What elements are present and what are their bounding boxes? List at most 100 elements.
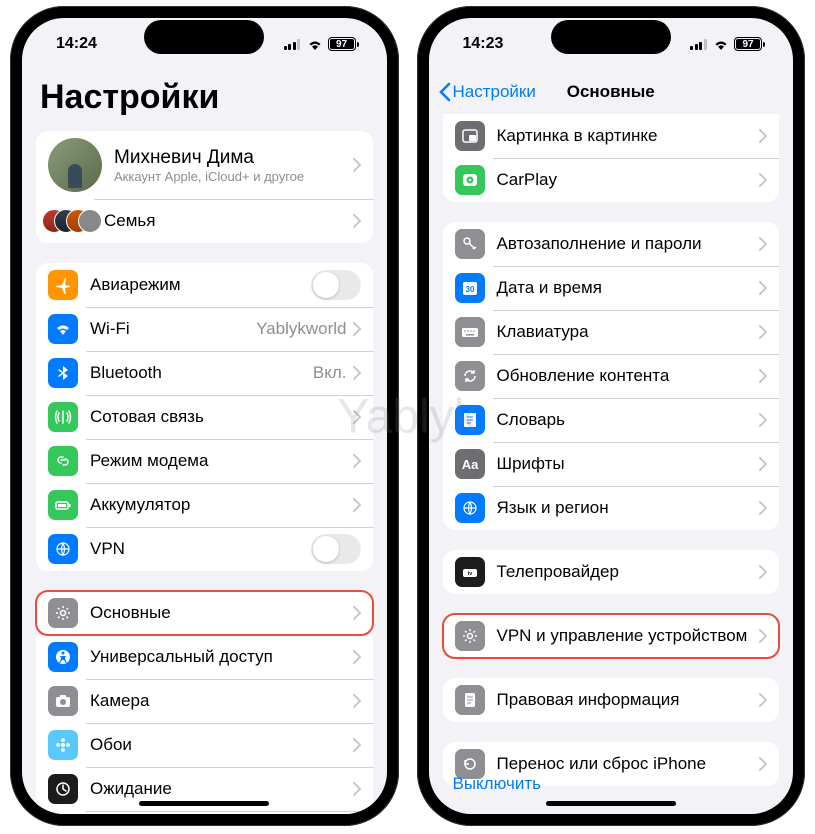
chevron-right-icon — [353, 738, 361, 752]
chevron-left-icon — [439, 82, 451, 102]
wallpaper-row[interactable]: Обои — [36, 723, 373, 767]
general-content[interactable]: Картинка в картинке CarPlay Автозаполнени… — [429, 114, 794, 814]
general-row[interactable]: Основные — [36, 591, 373, 635]
antenna-icon — [48, 402, 78, 432]
apple-account-row[interactable]: Михневич Дима Аккаунт Apple, iCloud+ и д… — [36, 131, 373, 199]
phone-left: 14:24 97 Настройки Михневич Дима Аккаунт… — [10, 6, 399, 826]
calendar-icon: 30 — [455, 273, 485, 303]
screen-settings: 14:24 97 Настройки Михневич Дима Аккаунт… — [22, 18, 387, 814]
book-icon — [455, 405, 485, 435]
shutdown-button[interactable]: Выключить — [453, 774, 541, 794]
chevron-right-icon — [353, 322, 361, 336]
chevron-right-icon — [353, 454, 361, 468]
refresh-icon — [455, 361, 485, 391]
home-indicator[interactable] — [139, 801, 269, 806]
pip-label: Картинка в картинке — [497, 126, 760, 146]
status-icons: 97 — [284, 37, 359, 51]
reset-label: Перенос или сброс iPhone — [497, 754, 760, 774]
battery-icon: 97 — [734, 37, 765, 51]
cellular-signal-icon — [690, 38, 708, 50]
datetime-row[interactable]: 30 Дата и время — [443, 266, 780, 310]
vpn-toggle[interactable] — [311, 534, 361, 564]
chevron-right-icon — [759, 237, 767, 251]
airplane-row[interactable]: Авиарежим — [36, 263, 373, 307]
language-row[interactable]: Язык и регион — [443, 486, 780, 530]
chevron-right-icon — [353, 498, 361, 512]
legal-group: Правовая информация — [443, 678, 780, 722]
dictionary-label: Словарь — [497, 410, 760, 430]
wifi-icon — [48, 314, 78, 344]
pip-group: Картинка в картинке CarPlay — [443, 114, 780, 202]
clock-icon — [48, 774, 78, 804]
general-row-highlight[interactable]: Основные — [36, 591, 373, 635]
airplane-label: Авиарежим — [90, 275, 311, 295]
autofill-row[interactable]: Автозаполнение и пароли — [443, 222, 780, 266]
battery-icon — [48, 490, 78, 520]
camera-icon — [48, 686, 78, 716]
search-row[interactable]: Поиск — [36, 811, 373, 814]
dictionary-row[interactable]: Словарь — [443, 398, 780, 442]
cellular-row[interactable]: Сотовая связь — [36, 395, 373, 439]
fonts-row[interactable]: AaШрифты — [443, 442, 780, 486]
home-indicator[interactable] — [546, 801, 676, 806]
legal-row[interactable]: Правовая информация — [443, 678, 780, 722]
screen-general: 14:23 97 Настройки Основные Картинка в к… — [429, 18, 794, 814]
airplane-toggle[interactable] — [311, 270, 361, 300]
datetime-label: Дата и время — [497, 278, 760, 298]
tvprovider-label: Телепровайдер — [497, 562, 760, 582]
vpn-row[interactable]: VPN — [36, 527, 373, 571]
chevron-right-icon — [353, 158, 361, 172]
accessibility-row[interactable]: Универсальный доступ — [36, 635, 373, 679]
general-label: Основные — [90, 603, 353, 623]
avatar — [48, 138, 102, 192]
carplay-row[interactable]: CarPlay — [443, 158, 780, 202]
chevron-right-icon — [759, 457, 767, 471]
keyboard-row[interactable]: Клавиатура — [443, 310, 780, 354]
hotspot-label: Режим модема — [90, 451, 353, 471]
carplay-label: CarPlay — [497, 170, 760, 190]
access-icon — [48, 642, 78, 672]
pip-icon — [455, 121, 485, 151]
wifi-row[interactable]: Wi-FiYablykworld — [36, 307, 373, 351]
device-group: Универсальный доступ Камера Обои Ожидание По… — [36, 635, 373, 814]
link-icon — [48, 446, 78, 476]
wifi-icon — [713, 38, 729, 50]
bluetooth-icon — [48, 358, 78, 388]
bluetooth-row[interactable]: BluetoothВкл. — [36, 351, 373, 395]
camera-row[interactable]: Камера — [36, 679, 373, 723]
system-group: Автозаполнение и пароли 30 Дата и время Кла… — [443, 222, 780, 530]
battery-row[interactable]: Аккумулятор — [36, 483, 373, 527]
dynamic-island — [144, 20, 264, 54]
chevron-right-icon — [759, 693, 767, 707]
tv-group: tv Телепровайдер — [443, 550, 780, 594]
chevron-right-icon — [353, 650, 361, 664]
wallpaper-label: Обои — [90, 735, 353, 755]
nav-title: Основные — [567, 82, 655, 102]
carplay-icon — [455, 165, 485, 195]
accessibility-label: Универсальный доступ — [90, 647, 353, 667]
bgrefresh-row[interactable]: Обновление контента — [443, 354, 780, 398]
chevron-right-icon — [759, 281, 767, 295]
back-button[interactable]: Настройки — [439, 82, 536, 102]
cellular-label: Сотовая связь — [90, 407, 353, 427]
doc-icon — [455, 685, 485, 715]
airplane-icon — [48, 270, 78, 300]
chevron-right-icon — [759, 501, 767, 515]
account-group: Михневич Дима Аккаунт Apple, iCloud+ и д… — [36, 131, 373, 243]
keyboard-icon — [455, 317, 485, 347]
flower-icon — [48, 730, 78, 760]
bluetooth-label: Bluetooth — [90, 363, 313, 383]
tvprovider-row[interactable]: tv Телепровайдер — [443, 550, 780, 594]
status-time: 14:23 — [463, 35, 504, 53]
family-row[interactable]: Семья — [36, 199, 373, 243]
settings-content[interactable]: Настройки Михневич Дима Аккаунт Apple, i… — [22, 70, 387, 814]
standby-label: Ожидание — [90, 779, 353, 799]
fonts-icon: Aa — [455, 449, 485, 479]
tv-icon: tv — [455, 557, 485, 587]
hotspot-row[interactable]: Режим модема — [36, 439, 373, 483]
vpn-mgmt-row-highlight[interactable]: VPN и управление устройством — [443, 614, 780, 658]
pip-row[interactable]: Картинка в картинке — [443, 114, 780, 158]
wifi-icon — [307, 38, 323, 50]
vpnmgmt-row[interactable]: VPN и управление устройством — [443, 614, 780, 658]
status-time: 14:24 — [56, 35, 97, 53]
